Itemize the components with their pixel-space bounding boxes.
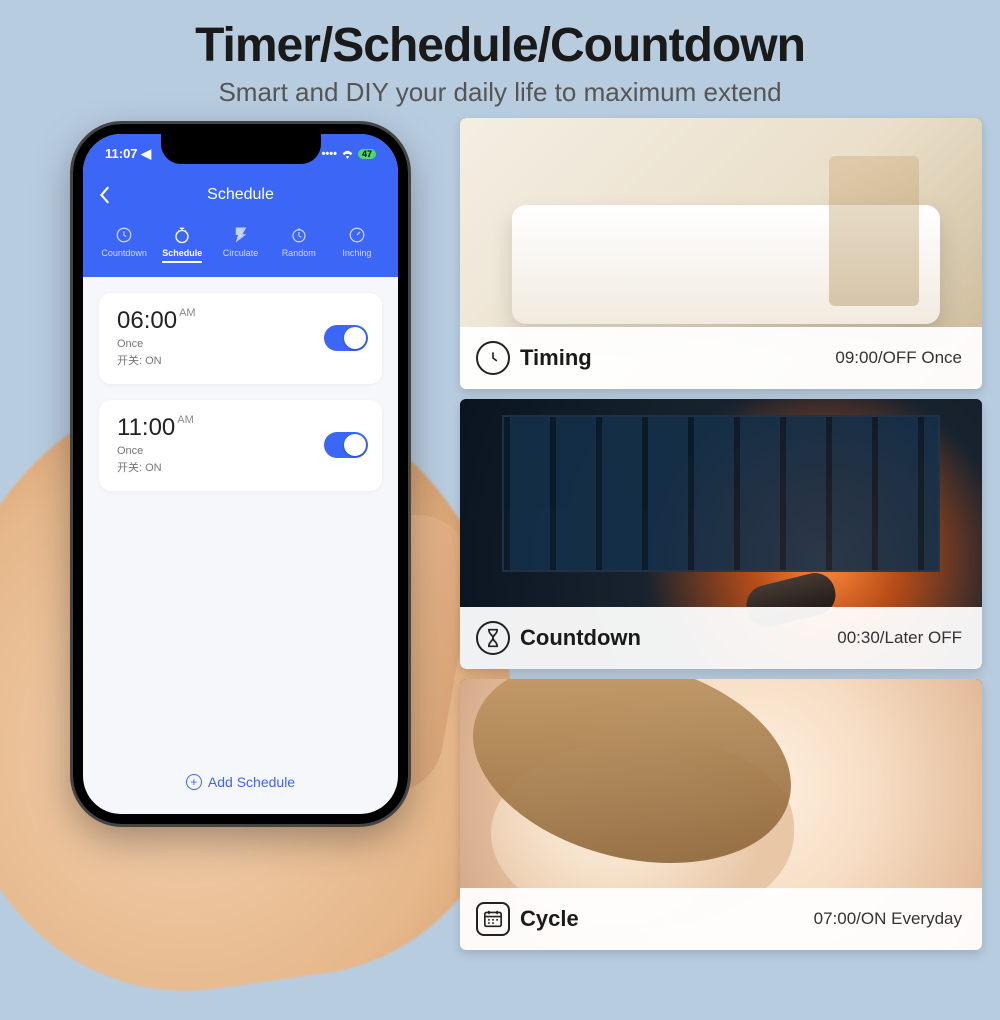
schedule-list: 06:00AM Once 开关: ON 11:00AM: [83, 277, 398, 523]
schedule-detail: 开关: ON: [117, 461, 194, 476]
tab-random[interactable]: Random: [272, 224, 326, 263]
schedule-icon: [155, 224, 209, 246]
tab-circulate[interactable]: Circulate: [213, 224, 267, 263]
schedule-toggle[interactable]: [324, 432, 368, 458]
wifi-icon: [341, 149, 354, 159]
schedule-toggle[interactable]: [324, 325, 368, 351]
scenario-value: 09:00/OFF Once: [835, 348, 962, 368]
scenario-value: 00:30/Later OFF: [837, 628, 962, 648]
tab-schedule[interactable]: Schedule: [155, 224, 209, 263]
signal-icon: ••••: [322, 148, 337, 160]
phone-in-hand: 11:07 ◀ •••• 47: [18, 118, 448, 950]
scenario-countdown: Countdown 00:30/Later OFF: [460, 399, 982, 670]
location-icon: ◀: [141, 146, 151, 161]
promo-subtitle: Smart and DIY your daily life to maximum…: [20, 77, 980, 108]
battery-pill: 47: [358, 149, 376, 159]
schedule-detail: 开关: ON: [117, 354, 196, 369]
plus-icon: +: [186, 774, 202, 790]
schedule-time: 11:00AM: [117, 414, 194, 442]
circulate-icon: [213, 224, 267, 246]
add-schedule-button[interactable]: + Add Schedule: [83, 774, 398, 790]
status-time: 11:07 ◀: [105, 146, 151, 162]
phone-notch: [161, 134, 321, 164]
clock-icon: [476, 341, 510, 375]
page-title: Schedule: [207, 186, 274, 204]
schedule-repeat: Once: [117, 444, 194, 459]
schedule-item[interactable]: 11:00AM Once 开关: ON: [99, 400, 382, 491]
calendar-icon: [476, 902, 510, 936]
phone-frame: 11:07 ◀ •••• 47: [73, 124, 408, 824]
back-button[interactable]: [99, 186, 111, 204]
scenario-value: 07:00/ON Everyday: [814, 909, 962, 929]
tab-countdown[interactable]: Countdown: [97, 224, 151, 263]
hourglass-icon: [476, 621, 510, 655]
promo-title: Timer/Schedule/Countdown: [20, 18, 980, 73]
schedule-time: 06:00AM: [117, 307, 196, 335]
schedule-item[interactable]: 06:00AM Once 开关: ON: [99, 293, 382, 384]
random-icon: [272, 224, 326, 246]
tab-inching[interactable]: Inching: [330, 224, 384, 263]
inching-icon: [330, 224, 384, 246]
mode-tabs: Countdown Schedule: [97, 224, 384, 263]
schedule-repeat: Once: [117, 337, 196, 352]
scenario-cycle: Cycle 07:00/ON Everyday: [460, 679, 982, 950]
scenario-timing: Timing 09:00/OFF Once: [460, 118, 982, 389]
countdown-icon: [97, 224, 151, 246]
